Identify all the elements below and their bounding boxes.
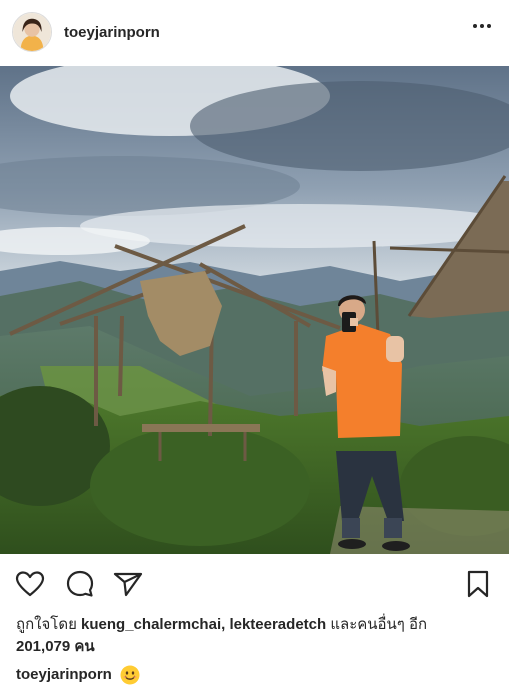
likes-text: ถูกใจโดย kueng_chalermchai, lekteeradetc… [16,614,496,658]
likes-prefix: ถูกใจโดย [16,616,82,633]
smiling-face-emoji [120,665,140,685]
liked-by-users[interactable]: kueng_chalermchai, lekteeradetch [81,616,326,633]
caption: toeyjarinporn [16,664,496,686]
caption-username[interactable]: toeyjarinporn [16,664,112,686]
bookmark-icon[interactable] [462,568,494,600]
avatar[interactable] [12,12,52,52]
photo-image [0,66,509,554]
share-icon[interactable] [112,568,144,600]
comment-icon[interactable] [64,568,96,600]
post-photo[interactable] [0,66,509,554]
post-username[interactable]: toeyjarinporn [64,24,160,41]
heart-icon[interactable] [14,568,46,600]
likes-suffix: และคนอื่นๆ อีก [326,616,428,633]
post-header: toeyjarinporn [0,0,509,64]
more-options-icon[interactable] [473,24,491,28]
action-bar [0,562,509,606]
likes-count[interactable]: 201,079 คน [16,638,95,655]
profile-photo-avatar [13,13,51,51]
